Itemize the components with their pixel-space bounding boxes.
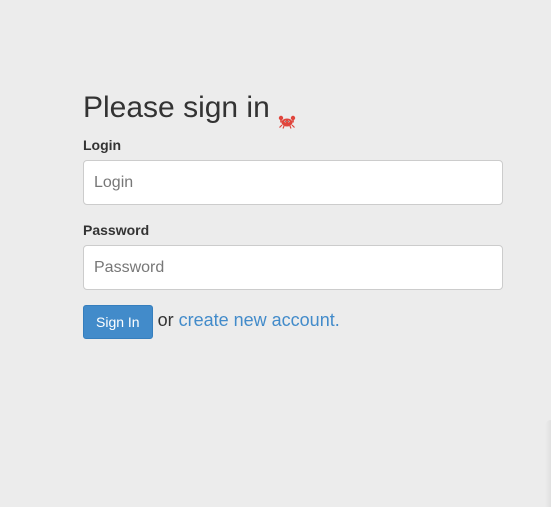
page-title: Please sign in (83, 91, 503, 129)
password-input[interactable] (83, 245, 503, 290)
password-label: Password (83, 222, 150, 238)
sign-in-button[interactable]: Sign In (83, 305, 153, 339)
or-text: or (157, 309, 174, 330)
sign-in-page: Please sign in Login Login Password Sign… (0, 0, 551, 507)
page-title-text: Please sign in (83, 91, 270, 124)
login-label: Login (83, 137, 122, 153)
login-input[interactable] (83, 160, 503, 205)
crab-icon (278, 101, 296, 129)
sign-in-form: Please sign in Login Login Password Sign… (83, 91, 503, 339)
form-actions: Sign In or create new account. (83, 305, 503, 339)
scrollbar-edge (545, 420, 551, 507)
create-account-link[interactable]: create new account. (179, 310, 340, 331)
